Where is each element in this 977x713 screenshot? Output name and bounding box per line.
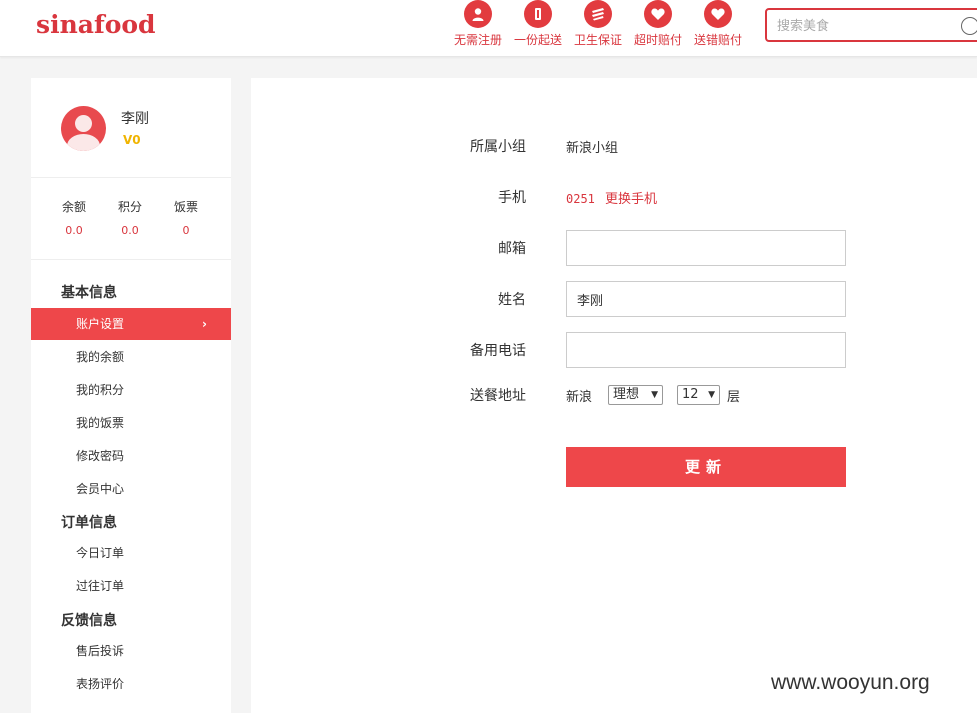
search-icon[interactable] bbox=[961, 17, 977, 35]
floor-select[interactable]: 12 ▼ bbox=[677, 385, 720, 405]
nav-group-feedback-info: 反馈信息 bbox=[61, 613, 117, 629]
sidebar-item-my-balance[interactable]: 我的余额 bbox=[31, 341, 231, 373]
stat-value: 0.0 bbox=[121, 224, 139, 237]
search-input[interactable] bbox=[777, 16, 947, 36]
hygiene-icon bbox=[584, 0, 612, 28]
floor-suffix: 层 bbox=[727, 390, 741, 405]
user-name: 李刚 bbox=[121, 111, 149, 127]
site-logo[interactable]: sinafood bbox=[36, 10, 156, 39]
stat-points: 积分 0.0 bbox=[105, 198, 155, 237]
account-settings-panel: 所属小组 新浪小组 手机 0251 更换手机 邮箱 姓名 备用电话 送餐地址 新… bbox=[251, 78, 977, 713]
sidebar-item-today-orders[interactable]: 今日订单 bbox=[31, 537, 231, 569]
sidebar-item-member-center[interactable]: 会员中心 bbox=[31, 473, 231, 505]
sidebar-item-my-meal-tickets[interactable]: 我的饭票 bbox=[31, 407, 231, 439]
stat-label: 余额 bbox=[61, 200, 86, 214]
number-one-icon bbox=[524, 0, 552, 28]
backup-phone-field[interactable] bbox=[566, 332, 846, 368]
sidebar-item-praise-review[interactable]: 表扬评价 bbox=[31, 668, 231, 700]
feature-label: 超时赔付 bbox=[633, 33, 682, 47]
watermark: www.wooyun.org bbox=[771, 671, 930, 694]
feature-label: 一份起送 bbox=[513, 33, 562, 47]
phone-row: 0251 更换手机 bbox=[566, 188, 657, 207]
heart-icon bbox=[704, 0, 732, 28]
sidebar-item-after-sale-complaint[interactable]: 售后投诉 bbox=[31, 635, 231, 667]
address-prefix: 新浪 bbox=[566, 390, 593, 405]
feature-hygiene: 卫生保证 bbox=[568, 0, 628, 48]
building-select-value: 理想 bbox=[613, 387, 640, 402]
stat-balance: 余额 0.0 bbox=[49, 198, 99, 237]
heart-icon bbox=[644, 0, 672, 28]
sidebar-item-label: 账户设置 bbox=[76, 317, 125, 331]
nav-group-basic-info: 基本信息 bbox=[61, 285, 117, 301]
chevron-right-icon: › bbox=[202, 317, 207, 331]
building-select[interactable]: 理想 ▼ bbox=[608, 385, 663, 405]
stat-value: 0.0 bbox=[65, 224, 83, 237]
stat-label: 积分 bbox=[117, 200, 142, 214]
group-value: 新浪小组 bbox=[566, 141, 619, 156]
feature-no-register: 无需注册 bbox=[448, 0, 508, 48]
stat-meal-tickets: 饭票 0 bbox=[161, 198, 211, 237]
stat-label: 饭票 bbox=[173, 200, 198, 214]
feature-label: 卫生保证 bbox=[573, 33, 622, 47]
dropdown-arrow-icon: ▼ bbox=[651, 390, 658, 400]
email-label: 邮箱 bbox=[498, 241, 526, 257]
name-field[interactable] bbox=[566, 281, 846, 317]
account-sidebar: 李刚 V0 余额 0.0 积分 0.0 饭票 0 基本信息 账户设置 › 我的余… bbox=[31, 78, 231, 713]
sidebar-item-account-settings[interactable]: 账户设置 › bbox=[31, 308, 231, 340]
sidebar-item-past-orders[interactable]: 过往订单 bbox=[31, 570, 231, 602]
sidebar-item-my-points[interactable]: 我的积分 bbox=[31, 374, 231, 406]
name-label: 姓名 bbox=[498, 292, 526, 308]
feature-wrong-delivery-compensation: 送错赔付 bbox=[688, 0, 748, 48]
dropdown-arrow-icon: ▼ bbox=[708, 390, 715, 400]
change-phone-link[interactable]: 更换手机 bbox=[605, 192, 657, 207]
email-field[interactable] bbox=[566, 230, 846, 266]
user-profile: 李刚 V0 bbox=[31, 78, 231, 178]
user-stats: 余额 0.0 积分 0.0 饭票 0 bbox=[31, 178, 231, 260]
feature-label: 无需注册 bbox=[453, 33, 502, 47]
feature-label: 送错赔付 bbox=[693, 33, 742, 47]
nav-group-order-info: 订单信息 bbox=[61, 515, 117, 531]
feature-overtime-compensation: 超时赔付 bbox=[628, 0, 688, 48]
feature-single-portion: 一份起送 bbox=[508, 0, 568, 48]
floor-select-value: 12 bbox=[682, 387, 699, 402]
top-header: sinafood 无需注册 一份起送 卫生保证 超时赔付 送错赔付 bbox=[0, 0, 977, 57]
user-icon bbox=[464, 0, 492, 28]
sidebar-item-change-password[interactable]: 修改密码 bbox=[31, 440, 231, 472]
phone-number: 0251 bbox=[566, 192, 595, 206]
search-box bbox=[765, 8, 977, 42]
update-button[interactable]: 更新 bbox=[566, 447, 846, 487]
address-label: 送餐地址 bbox=[470, 388, 526, 404]
backup-phone-label: 备用电话 bbox=[470, 343, 526, 359]
vip-level-badge: V0 bbox=[123, 133, 141, 147]
phone-label: 手机 bbox=[498, 190, 526, 206]
group-label: 所属小组 bbox=[470, 139, 526, 155]
avatar bbox=[61, 106, 106, 151]
stat-value: 0 bbox=[182, 224, 190, 237]
